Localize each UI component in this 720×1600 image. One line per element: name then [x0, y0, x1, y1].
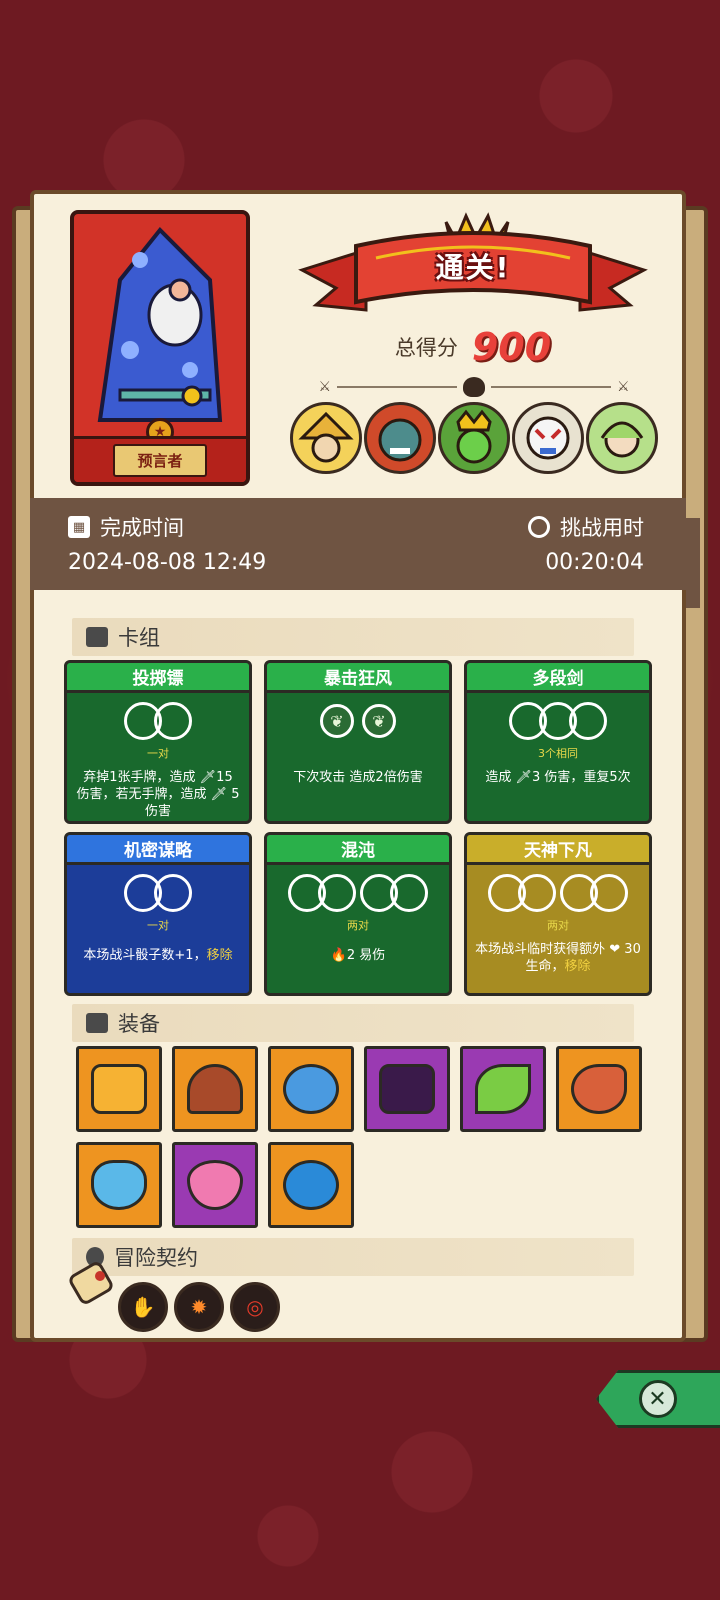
spiral-badge-icon[interactable]: ◎: [230, 1282, 280, 1332]
blue-mushroom-icon[interactable]: [268, 1046, 354, 1132]
card-description: 本场战斗临时获得额外 ❤ 30 生命，移除: [475, 942, 641, 974]
victory-banner-title: 通关!: [435, 251, 511, 284]
stopwatch-icon: [528, 516, 550, 538]
card-description: 下次攻击 造成2倍伤害: [293, 770, 423, 785]
dice-slots: [467, 701, 649, 741]
card-divine-descent[interactable]: 天神下凡 两对 本场战斗临时获得额外 ❤ 30 生命，移除: [464, 832, 652, 996]
defeated-bosses: [290, 402, 660, 482]
close-tab[interactable]: ✕: [596, 1370, 720, 1428]
score-row: 总得分 900: [296, 322, 650, 372]
equipment-section-header: 装备: [72, 1004, 634, 1042]
hero-name: 预言者: [113, 444, 207, 477]
heart-amulet-icon[interactable]: [172, 1142, 258, 1228]
card-requirement: 一对: [147, 747, 169, 760]
card-requirement: 3个相同: [538, 747, 578, 760]
white-tiger-boss-icon[interactable]: [512, 402, 584, 474]
leaf-icon: ❦: [362, 704, 396, 738]
poncho-icon[interactable]: [76, 1046, 162, 1132]
card-secret-strategy[interactable]: 机密谋略 一对 本场战斗骰子数+1，移除: [64, 832, 252, 996]
score-label: 总得分: [394, 336, 458, 360]
completion-time-label-text: 完成时间: [100, 516, 184, 540]
card-requirement: 一对: [147, 919, 169, 932]
time-strip: ▦ 完成时间 2024-08-08 12:49 挑战用时 00:20:04: [30, 498, 700, 608]
card-title: 多段剑: [467, 663, 649, 693]
ice-skull-shield-icon[interactable]: [76, 1142, 162, 1228]
dice-slots: [467, 873, 649, 913]
card-multi-sword[interactable]: 多段剑 3个相同 造成 🗡3 伤害，重复5次: [464, 660, 652, 824]
card-title: 暴击狂风: [267, 663, 449, 693]
calendar-icon: ▦: [68, 516, 90, 538]
crossed-swords-icon: ⚔: [318, 379, 331, 395]
scroll-icon[interactable]: [66, 1258, 116, 1308]
card-title: 投掷镖: [67, 663, 249, 693]
wizard-portrait-icon: [97, 227, 223, 422]
divider-line: [337, 386, 457, 388]
card-requirement: 两对: [347, 919, 369, 932]
dice-slots: [267, 873, 449, 913]
straw-hat-boss-icon[interactable]: [290, 402, 362, 474]
card-description: 造成 🗡3 伤害，重复5次: [485, 770, 631, 785]
herb-leaves-icon[interactable]: [460, 1046, 546, 1132]
card-description: 🔥2 易伤: [330, 948, 386, 963]
close-icon[interactable]: ✕: [638, 1380, 677, 1418]
cards-icon: [86, 627, 108, 647]
equipment-header-text: 装备: [118, 1012, 160, 1036]
score-value: 900: [471, 325, 552, 369]
deck-header-text: 卡组: [118, 626, 160, 650]
ham-leg-icon[interactable]: [556, 1046, 642, 1132]
cube-icon: [86, 1013, 108, 1033]
contract-header-text: 冒险契约: [114, 1246, 198, 1270]
dice-slots: [67, 701, 249, 741]
challenge-time-label-text: 挑战用时: [560, 516, 644, 540]
dice-slots: [67, 873, 249, 913]
green-demon-king-boss-icon[interactable]: [438, 402, 510, 474]
bosses-divider: ⚔ ⚔: [290, 376, 658, 398]
crossed-swords-icon: ⚔: [617, 379, 630, 395]
completion-time-value: 2024-08-08 12:49: [68, 550, 267, 575]
hood-icon[interactable]: [172, 1046, 258, 1132]
dark-armor-icon[interactable]: [364, 1046, 450, 1132]
card-throwing-dart[interactable]: 投掷镖 一对 弃掉1张手牌，造成 🗡15 伤害，若无手牌，造成 🗡 5 伤害: [64, 660, 252, 824]
card-requirement: 两对: [547, 919, 569, 932]
elf-queen-boss-icon[interactable]: [586, 402, 658, 474]
card-title: 混沌: [267, 835, 449, 865]
card-crit-gale[interactable]: 暴击狂风 ❦ ❦ 下次攻击 造成2倍伤害: [264, 660, 452, 824]
challenge-time-value: 00:20:04: [545, 550, 644, 575]
leaf-icon: ❦: [320, 704, 354, 738]
hero-name-bar: 预言者: [74, 436, 246, 482]
fire-badge-icon[interactable]: ✹: [174, 1282, 224, 1332]
leaf-slots: ❦ ❦: [267, 701, 449, 741]
skull-icon: [463, 377, 485, 397]
red-ogre-boss-icon[interactable]: [364, 402, 436, 474]
hero-card[interactable]: ★ 预言者: [70, 210, 250, 486]
deck-section-header: 卡组: [72, 618, 634, 656]
divider-line: [491, 386, 611, 388]
swirl-orb-icon[interactable]: [268, 1142, 354, 1228]
card-title: 机密谋略: [67, 835, 249, 865]
paw-badge-icon[interactable]: ✋: [118, 1282, 168, 1332]
card-requirement: [267, 745, 449, 761]
card-description: 弃掉1张手牌，造成 🗡15 伤害，若无手牌，造成 🗡 5 伤害: [76, 770, 240, 819]
card-chaos[interactable]: 混沌 两对 🔥2 易伤: [264, 832, 452, 996]
card-description: 本场战斗骰子数+1，移除: [83, 948, 233, 963]
card-title: 天神下凡: [467, 835, 649, 865]
completion-time-label: ▦ 完成时间: [68, 512, 184, 542]
contract-section-header: 冒险契约: [72, 1238, 634, 1276]
challenge-time-label: 挑战用时: [528, 512, 644, 542]
